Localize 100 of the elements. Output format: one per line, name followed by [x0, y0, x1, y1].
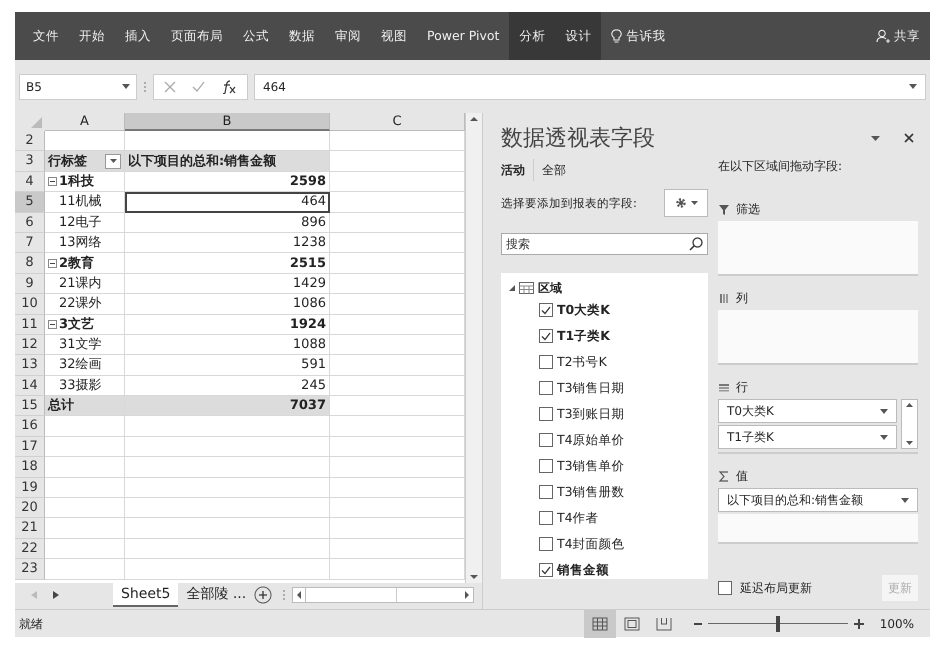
ribbon-tab[interactable]: 页面布局 — [161, 12, 233, 60]
checkmark-icon[interactable] — [192, 80, 205, 92]
ribbon-tab[interactable]: 数据 — [279, 12, 325, 60]
row-number[interactable]: 4 — [15, 172, 45, 192]
caret-icon[interactable] — [901, 498, 909, 502]
pane-tab[interactable]: 活动 — [501, 159, 534, 181]
slider-thumb[interactable] — [776, 616, 780, 632]
checkbox[interactable] — [539, 433, 553, 447]
area-field[interactable]: T1子类K — [718, 425, 897, 449]
name-box[interactable]: B5 — [19, 74, 137, 100]
checkbox[interactable] — [718, 581, 732, 595]
search-icon[interactable] — [689, 237, 703, 251]
area-field[interactable]: 以下项目的总和:销售金额 — [718, 488, 918, 512]
row-number[interactable]: 10 — [15, 294, 45, 315]
row-number[interactable]: 16 — [15, 416, 45, 437]
checkbox[interactable] — [539, 511, 553, 525]
vertical-scrollbar[interactable] — [465, 113, 482, 583]
field-label: T0大类K — [727, 403, 774, 420]
lightbulb-icon[interactable] — [611, 29, 622, 43]
row-number[interactable]: 22 — [15, 538, 45, 560]
checkmark-icon[interactable] — [541, 306, 551, 314]
gear-icon[interactable] — [674, 197, 686, 209]
collapse-icon[interactable] — [48, 320, 57, 329]
zoom-level[interactable]: 100% — [880, 614, 914, 632]
ribbon-tab[interactable]: 文件 — [23, 12, 69, 60]
selected-cell[interactable]: 464 — [125, 192, 330, 213]
ribbon-tab[interactable]: 开始 — [69, 12, 115, 60]
ribbon-tab[interactable]: 公式 — [233, 12, 279, 60]
caret-icon[interactable] — [122, 84, 130, 89]
row-number[interactable]: 23 — [15, 559, 45, 580]
next-sheet-icon[interactable] — [53, 591, 59, 599]
row-number[interactable]: 3 — [15, 151, 45, 172]
zoom-in-icon[interactable] — [854, 618, 864, 628]
checkbox[interactable] — [539, 485, 553, 499]
page-break-icon[interactable] — [656, 616, 672, 630]
row-number[interactable]: 13 — [15, 355, 45, 376]
search-field[interactable]: 搜索 — [501, 233, 708, 255]
checkbox[interactable] — [539, 459, 553, 473]
column-header[interactable]: C — [330, 113, 465, 131]
checkbox[interactable] — [539, 563, 553, 577]
row-number[interactable]: 20 — [15, 498, 45, 518]
pane-tab[interactable]: 全部 — [542, 159, 574, 181]
dropdown-icon[interactable] — [871, 136, 880, 140]
checkmark-icon[interactable] — [541, 566, 551, 574]
ribbon-tab[interactable]: 视图 — [371, 12, 417, 60]
row-number[interactable]: 2 — [15, 131, 45, 152]
row-number[interactable]: 11 — [15, 314, 45, 335]
tell-me-search[interactable]: 告诉我 — [626, 26, 666, 46]
row-number[interactable]: 9 — [15, 274, 45, 294]
grid-view-icon[interactable] — [592, 616, 608, 630]
row-number[interactable]: 21 — [15, 518, 45, 539]
ribbon-tab[interactable]: 审阅 — [325, 12, 371, 60]
collapse-icon[interactable] — [48, 176, 57, 186]
row-number[interactable]: 12 — [15, 334, 45, 356]
checkbox[interactable] — [539, 355, 553, 369]
row-number[interactable]: 19 — [15, 478, 45, 498]
row-number[interactable]: 15 — [15, 396, 45, 416]
row-number[interactable]: 7 — [15, 232, 45, 254]
ribbon-tab[interactable]: 分析 — [509, 12, 556, 60]
column-header[interactable]: B — [125, 113, 330, 131]
view-button[interactable] — [584, 610, 616, 638]
caret-icon[interactable] — [690, 201, 698, 205]
horizontal-scrollbar[interactable] — [292, 587, 474, 603]
caret-icon[interactable] — [880, 408, 888, 414]
row-number[interactable]: 6 — [15, 212, 45, 233]
checkbox[interactable] — [539, 407, 553, 421]
settings-button[interactable] — [664, 189, 708, 217]
row-number[interactable]: 8 — [15, 253, 45, 274]
close-icon[interactable] — [904, 133, 914, 143]
column-header[interactable]: A — [45, 113, 125, 131]
sheet-tab[interactable]: Sheet5 — [113, 583, 178, 607]
list-scrollbar[interactable] — [901, 399, 918, 449]
caret-icon[interactable] — [909, 84, 917, 89]
share-button[interactable]: 共享 — [894, 26, 920, 46]
collapse-icon[interactable] — [48, 258, 57, 268]
expand-icon[interactable] — [509, 285, 515, 291]
area-field[interactable]: T0大类K — [718, 399, 897, 423]
checkbox[interactable] — [539, 303, 553, 317]
person-icon[interactable] — [876, 29, 890, 43]
row-number[interactable]: 17 — [15, 436, 45, 458]
ribbon-tab[interactable]: 插入 — [115, 12, 161, 60]
ribbon-tab[interactable]: 设计 — [555, 12, 602, 60]
row-number[interactable]: 14 — [15, 376, 45, 396]
checkbox[interactable] — [539, 381, 553, 395]
ribbon-tab[interactable]: Power Pivot — [417, 12, 510, 60]
page-icon[interactable] — [624, 616, 640, 630]
formula-field[interactable]: 464 — [254, 74, 926, 100]
drop-area[interactable]: T0大类K T1子类K — [718, 399, 918, 454]
add-sheet-icon[interactable] — [254, 586, 272, 604]
caret-icon[interactable] — [880, 434, 888, 440]
sheet-tab[interactable]: 全部陵 ... — [178, 583, 254, 607]
row-number[interactable]: 18 — [15, 457, 45, 478]
table-cell: 总计 — [45, 396, 125, 416]
checkbox[interactable] — [539, 537, 553, 551]
row-number[interactable]: 5 — [15, 192, 45, 213]
checkmark-icon[interactable] — [541, 332, 551, 340]
function-icon[interactable] — [221, 80, 237, 94]
checkbox[interactable] — [539, 329, 553, 343]
caret-icon[interactable] — [110, 159, 116, 164]
filter-dropdown-button[interactable] — [105, 154, 121, 169]
